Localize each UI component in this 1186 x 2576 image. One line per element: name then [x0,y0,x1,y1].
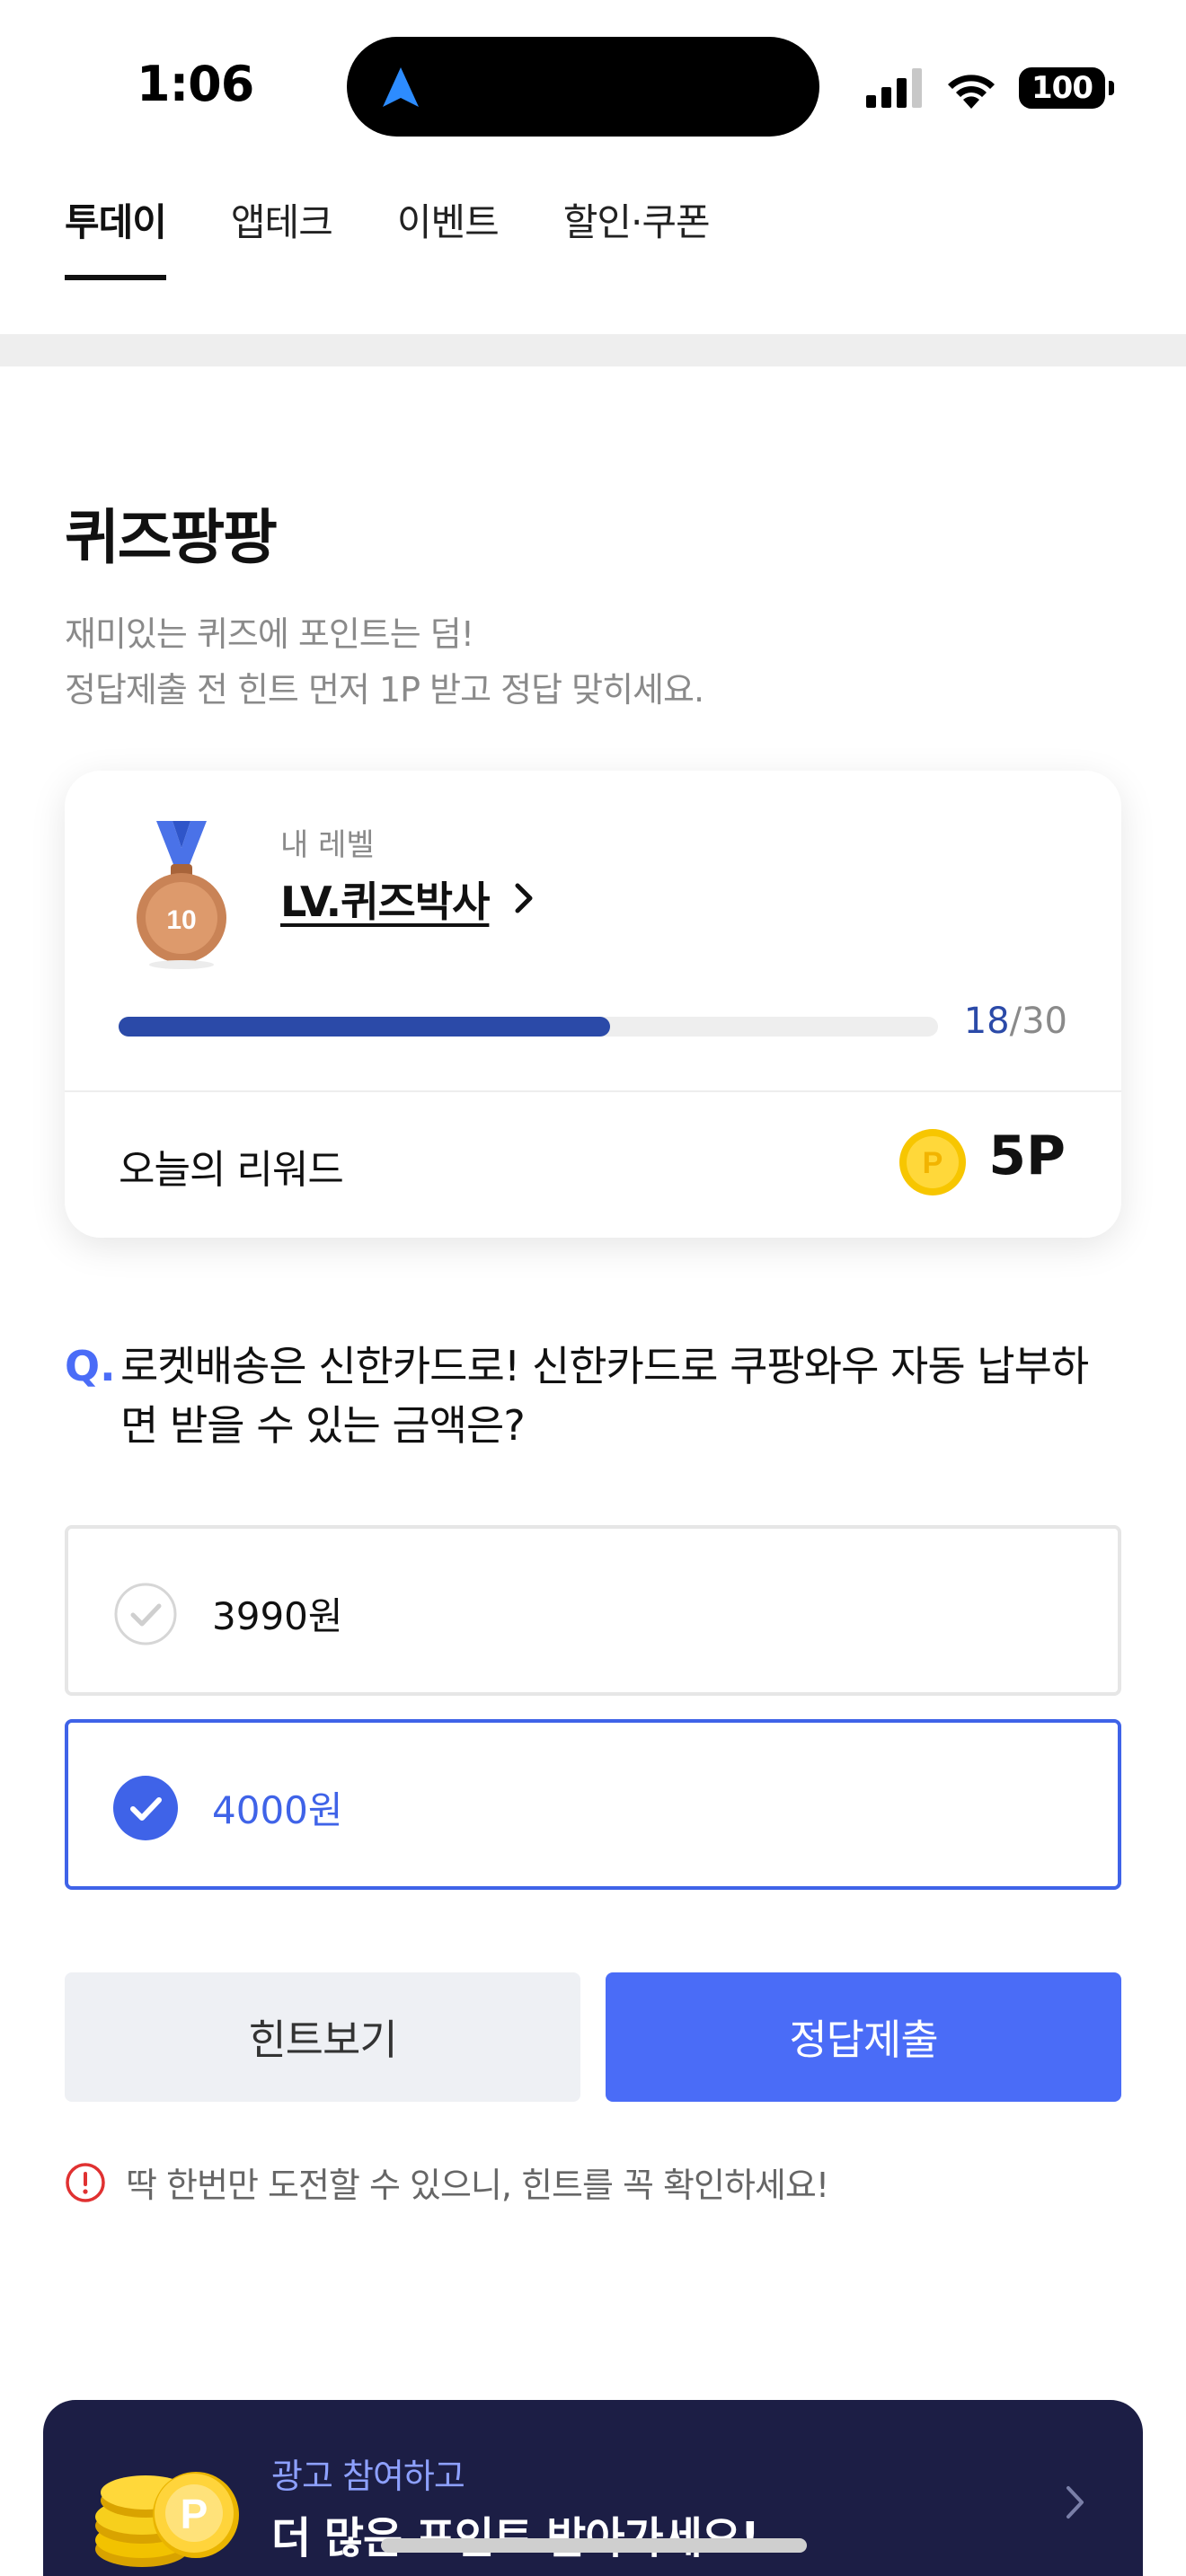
level-name-link[interactable]: LV.퀴즈박사 [280,869,490,929]
level-label: 내 레벨 [280,827,375,863]
medal-number: 10 [166,905,196,935]
dynamic-island [347,37,819,137]
level-progress-count: 18/30 [964,1001,1067,1042]
submit-answer-button[interactable]: 정답제출 [606,1972,1121,2102]
warning-text: 딱 한번만 도전할 수 있으니, 힌트를 꼭 확인하세요! [126,2166,829,2205]
hint-button[interactable]: 힌트보기 [65,1972,580,2102]
status-icons: 100 [866,61,1114,115]
answer-option-1[interactable]: 3990원 [65,1525,1121,1696]
top-tabs: 투데이 앱테크 이벤트 할인·쿠폰 [65,192,774,282]
coin-stack-icon: P [95,2472,239,2567]
reward-label: 오늘의 리워드 [119,1147,344,1193]
subtitle-line-2: 정답제출 전 힌트 먼저 1P 받고 정답 맞히세요. [65,670,704,710]
page-subtitle: 재미있는 퀴즈에 포인트는 덤! 정답제출 전 힌트 먼저 1P 받고 정답 맞… [65,606,704,718]
warning-notice: 딱 한번만 도전할 수 있으니, 힌트를 꼭 확인하세요! [65,2157,829,2207]
tab-apptech[interactable]: 앱테크 [231,192,333,282]
answer-option-2[interactable]: 4000원 [65,1719,1121,1890]
tab-today[interactable]: 투데이 [65,192,167,282]
chevron-right-icon[interactable] [514,880,535,916]
ad-banner-title: 더 많은 포인트 받아가세요! [271,2513,760,2563]
home-indicator [381,2538,807,2553]
level-progress-fill [119,1017,611,1037]
answer-option-2-label: 4000원 [212,1788,343,1832]
cellular-signal-icon [866,68,922,108]
level-progress-bar [119,1017,938,1037]
unchecked-circle-icon[interactable] [113,1582,178,1646]
svg-text:P: P [923,1146,943,1180]
reward-value: 5P [988,1125,1066,1187]
card-divider [65,1090,1121,1092]
battery-indicator: 100 [1019,67,1114,109]
answer-option-1-label: 3990원 [212,1594,343,1638]
tab-event[interactable]: 이벤트 [397,192,500,282]
status-bar: 1:06 100 [0,0,1186,171]
section-divider [0,334,1186,366]
subtitle-line-1: 재미있는 퀴즈에 포인트는 덤! [65,614,474,654]
question-text: 로켓배송은 신한카드로! 신한카드로 쿠팡와우 자동 납부하면 받을 수 있는 … [120,1342,1089,1450]
tab-discount-coupon[interactable]: 할인·쿠폰 [563,192,711,282]
svg-text:P: P [181,2491,208,2537]
location-arrow-icon [383,67,419,107]
bronze-medal-icon: 10 [137,821,226,969]
ad-banner-subtitle: 광고 참여하고 [271,2457,465,2496]
chevron-right-icon[interactable] [1064,2483,1087,2522]
wifi-icon [948,75,995,109]
progress-current: 18 [963,1001,1010,1042]
page-title: 퀴즈팡팡 [65,503,278,572]
level-card: 10 내 레벨 LV.퀴즈박사 18/30 오늘의 리워드 P 5P [65,771,1121,1238]
question-mark-label: Q. [65,1342,116,1390]
exclamation-circle-icon [66,2162,105,2202]
point-coin-icon: P [899,1129,966,1195]
status-time: 1:06 [137,56,254,112]
checked-circle-icon[interactable] [113,1776,178,1840]
progress-total: /30 [1009,1001,1067,1042]
